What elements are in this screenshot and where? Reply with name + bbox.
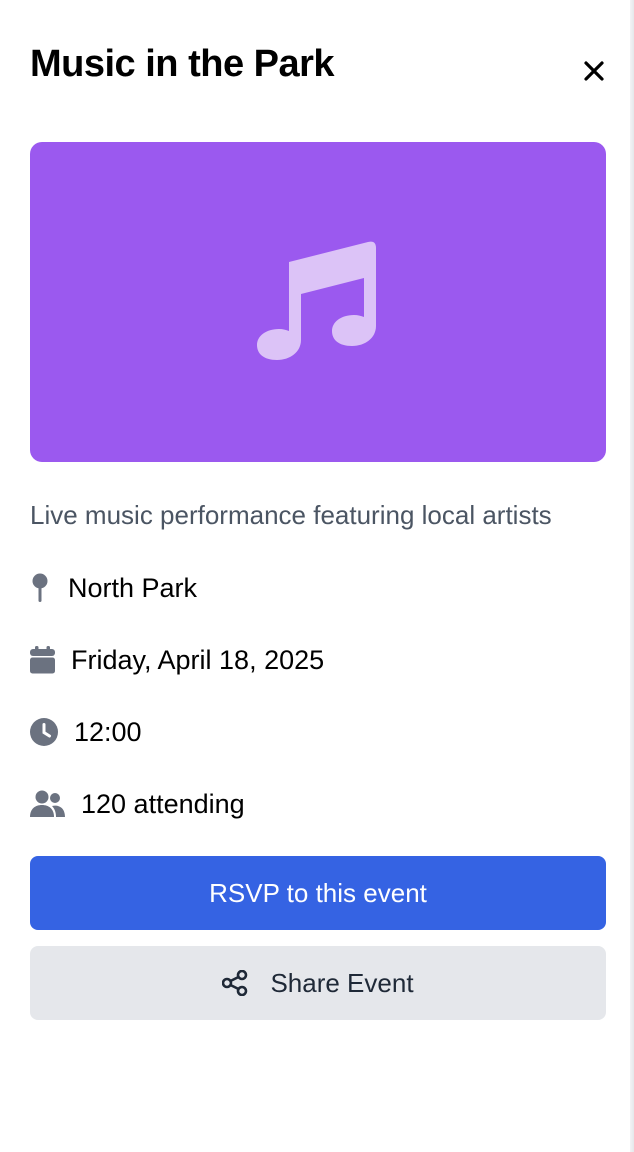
share-icon <box>222 970 248 996</box>
event-time: 12:00 <box>74 716 142 747</box>
event-attendance-row: 120 attending <box>30 784 606 824</box>
event-location: North Park <box>68 572 198 603</box>
close-button[interactable] <box>577 54 611 88</box>
event-detail-panel: Music in the Park Live music performance… <box>0 0 634 1152</box>
music-note-icon <box>257 241 376 360</box>
share-event-button[interactable]: Share Event <box>30 946 606 1020</box>
event-date-row: Friday, April 18, 2025 <box>30 640 606 680</box>
map-pin-icon <box>32 573 48 603</box>
event-description: Live music performance featuring local a… <box>30 500 552 530</box>
event-attending: 120 attending <box>81 788 245 819</box>
panel-edge-shadow <box>630 0 634 1152</box>
event-time-row: 12:00 <box>30 712 606 752</box>
event-location-row: North Park <box>30 568 606 608</box>
rsvp-button-label: RSVP to this event <box>209 877 427 908</box>
event-hero-image <box>30 142 606 462</box>
calendar-icon <box>30 645 55 675</box>
clock-icon <box>30 718 58 746</box>
event-title: Music in the Park <box>30 43 335 85</box>
close-icon <box>584 61 604 81</box>
users-icon <box>30 790 65 818</box>
share-button-label: Share Event <box>270 967 414 998</box>
rsvp-button[interactable]: RSVP to this event <box>30 856 606 930</box>
event-date: Friday, April 18, 2025 <box>71 644 325 675</box>
panel-header: Music in the Park <box>30 0 606 130</box>
